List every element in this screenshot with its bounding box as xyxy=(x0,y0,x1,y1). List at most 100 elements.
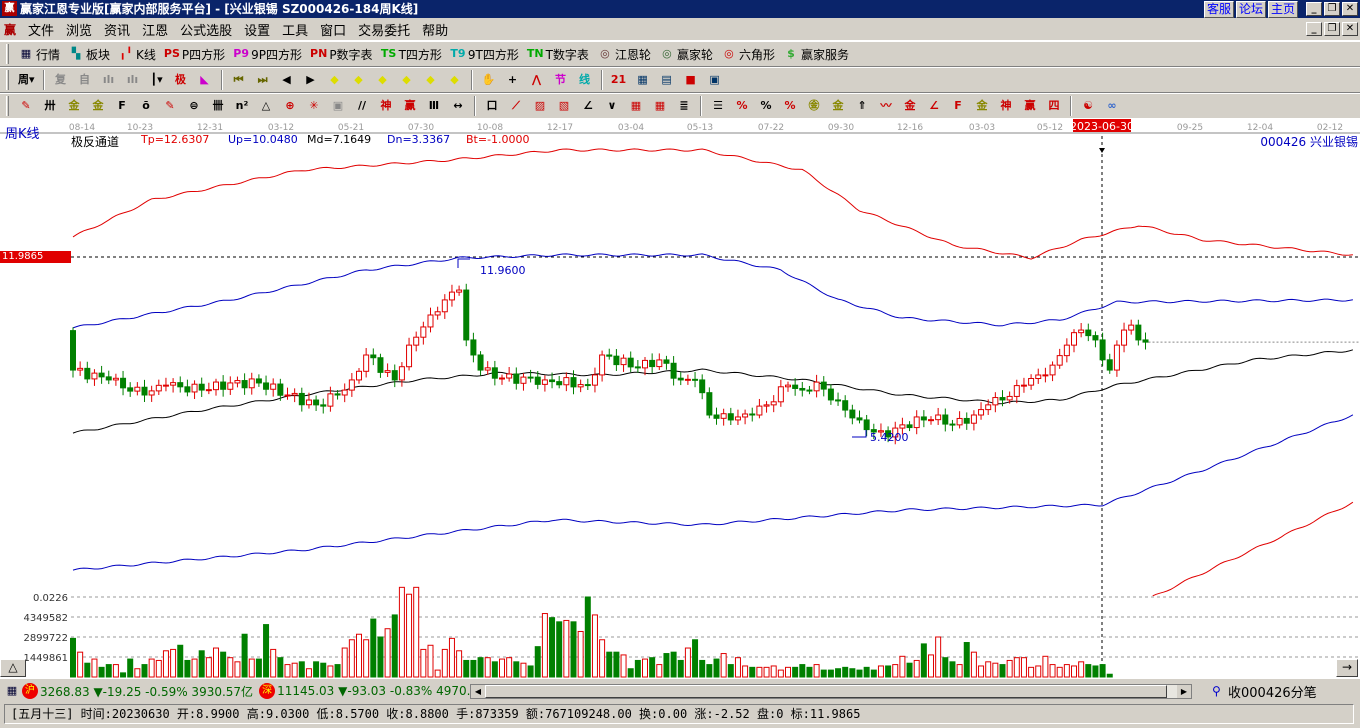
extreme-button[interactable]: 极 xyxy=(170,69,192,91)
percent-lines-button[interactable]: % xyxy=(779,95,801,117)
service-link[interactable]: 客服 xyxy=(1203,1,1234,18)
draw-line-button[interactable]: ⋀ xyxy=(526,69,548,91)
scroll-right-button[interactable]: → xyxy=(1336,659,1358,677)
bar9-button[interactable]: ılı xyxy=(122,69,144,91)
gold-lines-button[interactable]: 金 xyxy=(63,95,85,117)
target-button[interactable]: ⊕ xyxy=(279,95,301,117)
v-button[interactable]: ∨ xyxy=(601,95,623,117)
slash-button[interactable]: // xyxy=(351,95,373,117)
hand-button[interactable]: ✋ xyxy=(478,69,500,91)
menu-item-7[interactable]: 窗口 xyxy=(314,20,352,39)
kline-button[interactable]: ╻╹ K线 xyxy=(115,43,159,65)
dollar-button[interactable]: $ 赢家服务 xyxy=(780,43,852,65)
n2-button[interactable]: n² xyxy=(231,95,253,117)
gold-lines2-button[interactable]: 金 xyxy=(87,95,109,117)
menu-item-8[interactable]: 交易委托 xyxy=(352,20,416,39)
ying-angle-button[interactable]: 赢 xyxy=(1019,95,1041,117)
four-angle-button[interactable]: 四 xyxy=(1043,95,1065,117)
home-link[interactable]: 主页 xyxy=(1267,1,1298,18)
menu-item-0[interactable]: 文件 xyxy=(22,20,60,39)
save-button[interactable]: ■ xyxy=(680,69,702,91)
circle-lines-button[interactable]: ⊜ xyxy=(183,95,205,117)
scroll-left-arrow[interactable]: ◀ xyxy=(471,685,485,698)
gann-box2-button[interactable]: ▧ xyxy=(553,95,575,117)
t9-button[interactable]: T9 9T四方形 xyxy=(447,43,522,65)
menu-item-3[interactable]: 江恩 xyxy=(136,20,174,39)
ts-button[interactable]: TS T四方形 xyxy=(378,43,445,65)
left-button[interactable]: ◀ xyxy=(276,69,298,91)
first-button[interactable]: ⏮ xyxy=(228,69,250,91)
comb-button[interactable]: Ⅲ xyxy=(423,95,445,117)
gold-angle-button[interactable]: 金 xyxy=(971,95,993,117)
nav-zoom-button[interactable]: ◆ xyxy=(420,69,442,91)
hexagon-button[interactable]: ◎ 六角形 xyxy=(718,43,778,65)
bar3-button[interactable]: ılı xyxy=(98,69,120,91)
grid-red2-button[interactable]: ▦ xyxy=(649,95,671,117)
fan-button[interactable]: ⟋ xyxy=(505,95,527,117)
gold-lines4-button[interactable]: 金 xyxy=(899,95,921,117)
hatch-button[interactable]: ≣ xyxy=(673,95,695,117)
spiral-button[interactable]: ō xyxy=(135,95,157,117)
lines-button[interactable]: 卅 xyxy=(39,95,61,117)
notes-button[interactable]: ▤ xyxy=(656,69,678,91)
nav-shrink-button[interactable]: ◆ xyxy=(396,69,418,91)
wave-lines-button[interactable]: 〰 xyxy=(875,95,897,117)
star-button[interactable]: ✳ xyxy=(303,95,325,117)
menu-item-9[interactable]: 帮助 xyxy=(416,20,454,39)
volume-toggle-button[interactable]: △ xyxy=(0,659,26,677)
scroll-thumb[interactable] xyxy=(485,685,1167,698)
pn-button[interactable]: PN P数字表 xyxy=(307,43,376,65)
horizontal-scrollbar[interactable]: ◀ ▶ xyxy=(470,684,1192,699)
gann-box-button[interactable]: ▨ xyxy=(529,95,551,117)
ps-button[interactable]: PS P四方形 xyxy=(161,43,228,65)
blocks-button[interactable]: ▚ 板块 xyxy=(65,43,113,65)
nav-left-button[interactable]: ◆ xyxy=(324,69,346,91)
fan-pen-button[interactable]: ✎ xyxy=(159,95,181,117)
candle-type-button[interactable]: ┃▾ xyxy=(146,69,168,91)
menu-item-6[interactable]: 工具 xyxy=(276,20,314,39)
self-button[interactable]: 自 xyxy=(74,69,96,91)
chart-area[interactable]: 08-14 10-23 12-31 03-12 05-21 07-30 10-08 12-17… xyxy=(0,118,1360,679)
f-lines-button[interactable]: F xyxy=(111,95,133,117)
percent-button[interactable]: % xyxy=(755,95,777,117)
doc-close-button[interactable]: ✕ xyxy=(1342,22,1358,36)
nav-right-button[interactable]: ◆ xyxy=(348,69,370,91)
restore-button[interactable]: ❐ xyxy=(1324,2,1340,16)
grid-red-button[interactable]: ▦ xyxy=(625,95,647,117)
box-button[interactable]: 口 xyxy=(481,95,503,117)
flag-button[interactable]: ◣ xyxy=(194,69,216,91)
nav-all-button[interactable]: ◆ xyxy=(444,69,466,91)
angle-fan-button[interactable]: ∠ xyxy=(923,95,945,117)
menu-item-4[interactable]: 公式选股 xyxy=(174,20,238,39)
ying-button[interactable]: 赢 xyxy=(399,95,421,117)
doc-minimize-button[interactable]: _ xyxy=(1306,22,1322,36)
calculator-button[interactable]: ▦ xyxy=(632,69,654,91)
menu-item-5[interactable]: 设置 xyxy=(238,20,276,39)
yinyang-button[interactable]: ☯ xyxy=(1077,95,1099,117)
last-button[interactable]: ⏭ xyxy=(252,69,274,91)
square-button[interactable]: ▣ xyxy=(327,95,349,117)
nav-expand-button[interactable]: ◆ xyxy=(372,69,394,91)
scroll-right-arrow[interactable]: ▶ xyxy=(1177,685,1191,698)
winner-wheel-button[interactable]: ◎ 赢家轮 xyxy=(656,43,716,65)
fuquan-button[interactable]: 复 xyxy=(50,69,72,91)
parallel-button[interactable]: 卌 xyxy=(207,95,229,117)
doc-restore-button[interactable]: ❐ xyxy=(1324,22,1340,36)
triangle-button[interactable]: △ xyxy=(255,95,277,117)
menu-item-1[interactable]: 浏览 xyxy=(60,20,98,39)
angle-button[interactable]: ∠ xyxy=(577,95,599,117)
pen-button[interactable]: ✎ xyxy=(15,95,37,117)
jie-button[interactable]: 节 xyxy=(550,69,572,91)
gold-lines3-button[interactable]: 金 xyxy=(827,95,849,117)
shen-angle-button[interactable]: 神 xyxy=(995,95,1017,117)
period-week-button[interactable]: 周▾ xyxy=(15,69,38,91)
grid-button[interactable]: ▦ 行情 xyxy=(15,43,63,65)
right-button[interactable]: ▶ xyxy=(300,69,322,91)
quote-table-icon[interactable]: ▦ xyxy=(4,683,20,699)
crosshair-button[interactable]: + xyxy=(502,69,524,91)
arrow-fan-button[interactable]: ⇑ xyxy=(851,95,873,117)
list-button[interactable]: ☰ xyxy=(707,95,729,117)
percent-fan-button[interactable]: % xyxy=(731,95,753,117)
menu-item-2[interactable]: 资讯 xyxy=(98,20,136,39)
wave-button[interactable]: 线 xyxy=(574,69,596,91)
